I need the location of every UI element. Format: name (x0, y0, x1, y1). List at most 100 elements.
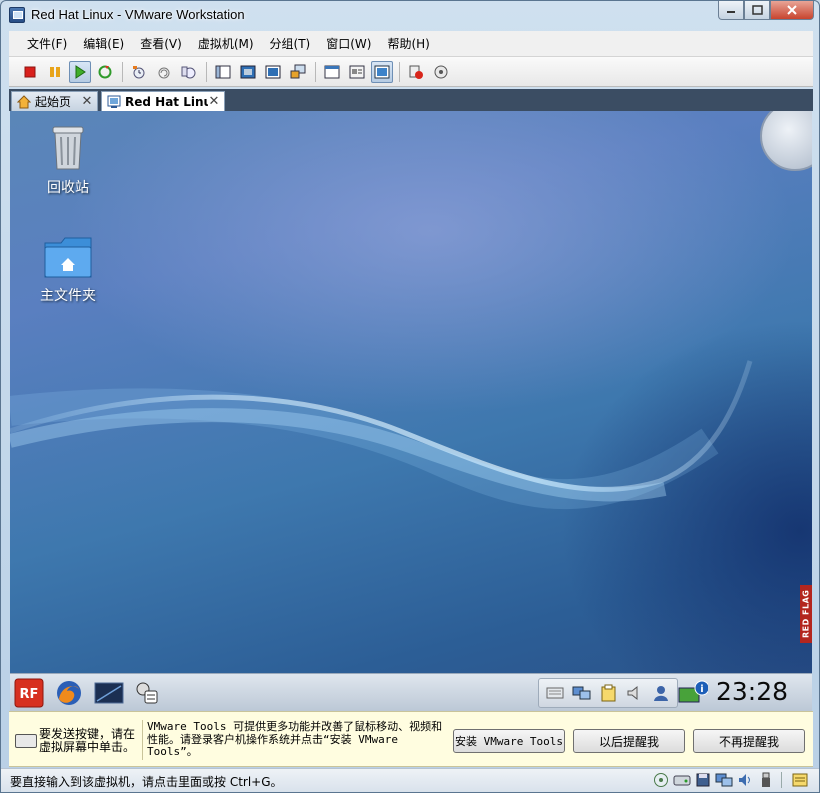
menu-file[interactable]: 文件(F) (19, 33, 75, 55)
vmware-app-icon (9, 7, 25, 23)
firefox-icon (57, 681, 81, 705)
take-snapshot-button[interactable] (128, 61, 150, 83)
quick-switch-button[interactable] (262, 61, 284, 83)
settings-button[interactable] (430, 61, 452, 83)
desktop-icon-home-folder[interactable]: 主文件夹 (23, 235, 113, 305)
power-off-button[interactable] (19, 61, 41, 83)
tab-home[interactable]: 起始页 ✕ (11, 91, 98, 111)
reset-button[interactable] (94, 61, 116, 83)
title-bar[interactable]: Red Hat Linux - VMware Workstation (1, 1, 819, 29)
power-on-button[interactable] (69, 60, 91, 83)
status-bar: 要直接输入到该虚拟机，请点击里面或按 Ctrl+G。 (1, 768, 819, 792)
start-menu-button[interactable]: RF (14, 678, 44, 708)
install-vmware-tools-button[interactable]: 安装 VMware Tools (453, 729, 565, 753)
show-sidebar-button[interactable] (212, 61, 234, 83)
floppy-icon[interactable] (694, 772, 712, 788)
snapshot-icon (133, 65, 145, 78)
firefox-launcher[interactable] (54, 678, 84, 708)
terminal-icon (94, 682, 124, 704)
wallpaper-wave (10, 360, 753, 510)
tools-message: VMware Tools 可提供更多功能并改善了鼠标移动、视频和性能。请登录客户… (147, 720, 443, 758)
full-screen-button[interactable] (237, 61, 259, 83)
pause-icon (50, 66, 60, 77)
network-status-indicator[interactable]: i (678, 678, 708, 708)
toolbar-separator (315, 61, 316, 82)
tab-label: 起始页 (35, 95, 72, 109)
sound-icon[interactable] (736, 772, 754, 788)
cdrom-icon[interactable] (652, 772, 670, 788)
summary-view-icon (324, 65, 340, 78)
desktop-icon-label: 回收站 (47, 180, 89, 196)
never-remind-button[interactable]: 不再提醒我 (693, 729, 805, 753)
reset-icon (98, 65, 112, 78)
network-adapter-icon[interactable] (715, 772, 733, 788)
quick-switch-icon (265, 65, 281, 78)
fullscreen-icon (240, 65, 256, 78)
home-icon (16, 94, 32, 110)
team-icon (409, 65, 423, 79)
vmware-window: Red Hat Linux - VMware Workstation 文件(F)… (0, 0, 820, 793)
minimize-button[interactable] (718, 1, 744, 20)
menu-bar: 文件(F) 编辑(E) 查看(V) 虚拟机(M) 分组(T) 窗口(W) 帮助(… (9, 31, 813, 57)
tab-red-hat-linux[interactable]: Red Hat Linux ✕ (101, 91, 225, 111)
keyboard-hint-icon (15, 734, 37, 748)
start-label: RF (20, 687, 39, 702)
appliance-view-icon (349, 65, 365, 78)
suspend-button[interactable] (44, 61, 66, 83)
desktop-icon-trash[interactable]: 回收站 (23, 123, 113, 197)
window-title: Red Hat Linux - VMware Workstation (31, 7, 245, 22)
terminal-launcher[interactable] (94, 678, 124, 708)
menu-vm[interactable]: 虚拟机(M) (190, 33, 262, 55)
keyboard-icon[interactable] (546, 686, 564, 700)
toolbar-separator (399, 61, 400, 82)
window-controls (718, 1, 814, 21)
network-icon[interactable] (572, 684, 592, 702)
snapshot-manager-icon (181, 66, 196, 78)
console-view-button[interactable] (287, 61, 309, 83)
trash-icon (52, 126, 84, 170)
menu-edit[interactable]: 编辑(E) (75, 33, 132, 55)
volume-icon[interactable] (626, 685, 644, 701)
notification-separator (142, 720, 143, 760)
usb-icon[interactable] (757, 772, 775, 788)
remind-later-button[interactable]: 以后提醒我 (573, 729, 685, 753)
revert-snapshot-button[interactable] (153, 61, 175, 83)
summary-view-button[interactable] (321, 61, 343, 83)
guest-taskbar: RF i 23:28 (10, 673, 812, 711)
snapshot-manager-button[interactable] (178, 61, 200, 83)
menu-help[interactable]: 帮助(H) (379, 33, 437, 55)
tab-bar: 起始页 ✕ Red Hat Linux ✕ (9, 89, 813, 111)
team-button[interactable] (405, 61, 427, 83)
tab-close-icon[interactable]: ✕ (81, 94, 93, 109)
home-folder-icon (44, 237, 92, 278)
appliance-view-button[interactable] (346, 61, 368, 83)
settings-tools-launcher[interactable] (132, 678, 162, 708)
vm-screen[interactable]: 回收站 主文件夹 RED FLAG RF i 23:28 (10, 111, 812, 711)
toolbar-separator (122, 61, 123, 82)
console-tab-icon (374, 65, 390, 78)
red-flag-tab[interactable]: RED FLAG (800, 585, 812, 643)
status-text: 要直接输入到该虚拟机，请点击里面或按 Ctrl+G。 (10, 775, 283, 789)
svg-text:i: i (700, 684, 703, 695)
guest-clock[interactable]: 23:28 (716, 677, 788, 706)
red-flag-menu-icon: RF (14, 678, 44, 708)
message-log-icon[interactable] (791, 772, 809, 788)
close-button[interactable] (770, 1, 814, 20)
minimize-icon (727, 11, 735, 13)
hard-disk-icon[interactable] (673, 772, 691, 788)
settings-tools-icon (136, 682, 158, 704)
desktop-icon-label: 主文件夹 (40, 288, 96, 304)
keyboard-hint-text: 要发送按键，请在虚拟屏幕中单击。 (39, 727, 136, 754)
tab-close-icon[interactable]: ✕ (208, 94, 220, 109)
menu-window[interactable]: 窗口(W) (318, 33, 379, 55)
maximize-button[interactable] (744, 1, 770, 20)
system-tray (538, 678, 678, 708)
menu-team[interactable]: 分组(T) (262, 33, 319, 55)
device-status-icons (649, 772, 809, 788)
user-switch-icon[interactable] (652, 684, 670, 702)
stop-icon (24, 66, 36, 77)
clipboard-icon[interactable] (600, 684, 618, 702)
close-icon (787, 5, 797, 15)
menu-view[interactable]: 查看(V) (132, 33, 190, 55)
console-tab-button[interactable] (371, 60, 393, 83)
